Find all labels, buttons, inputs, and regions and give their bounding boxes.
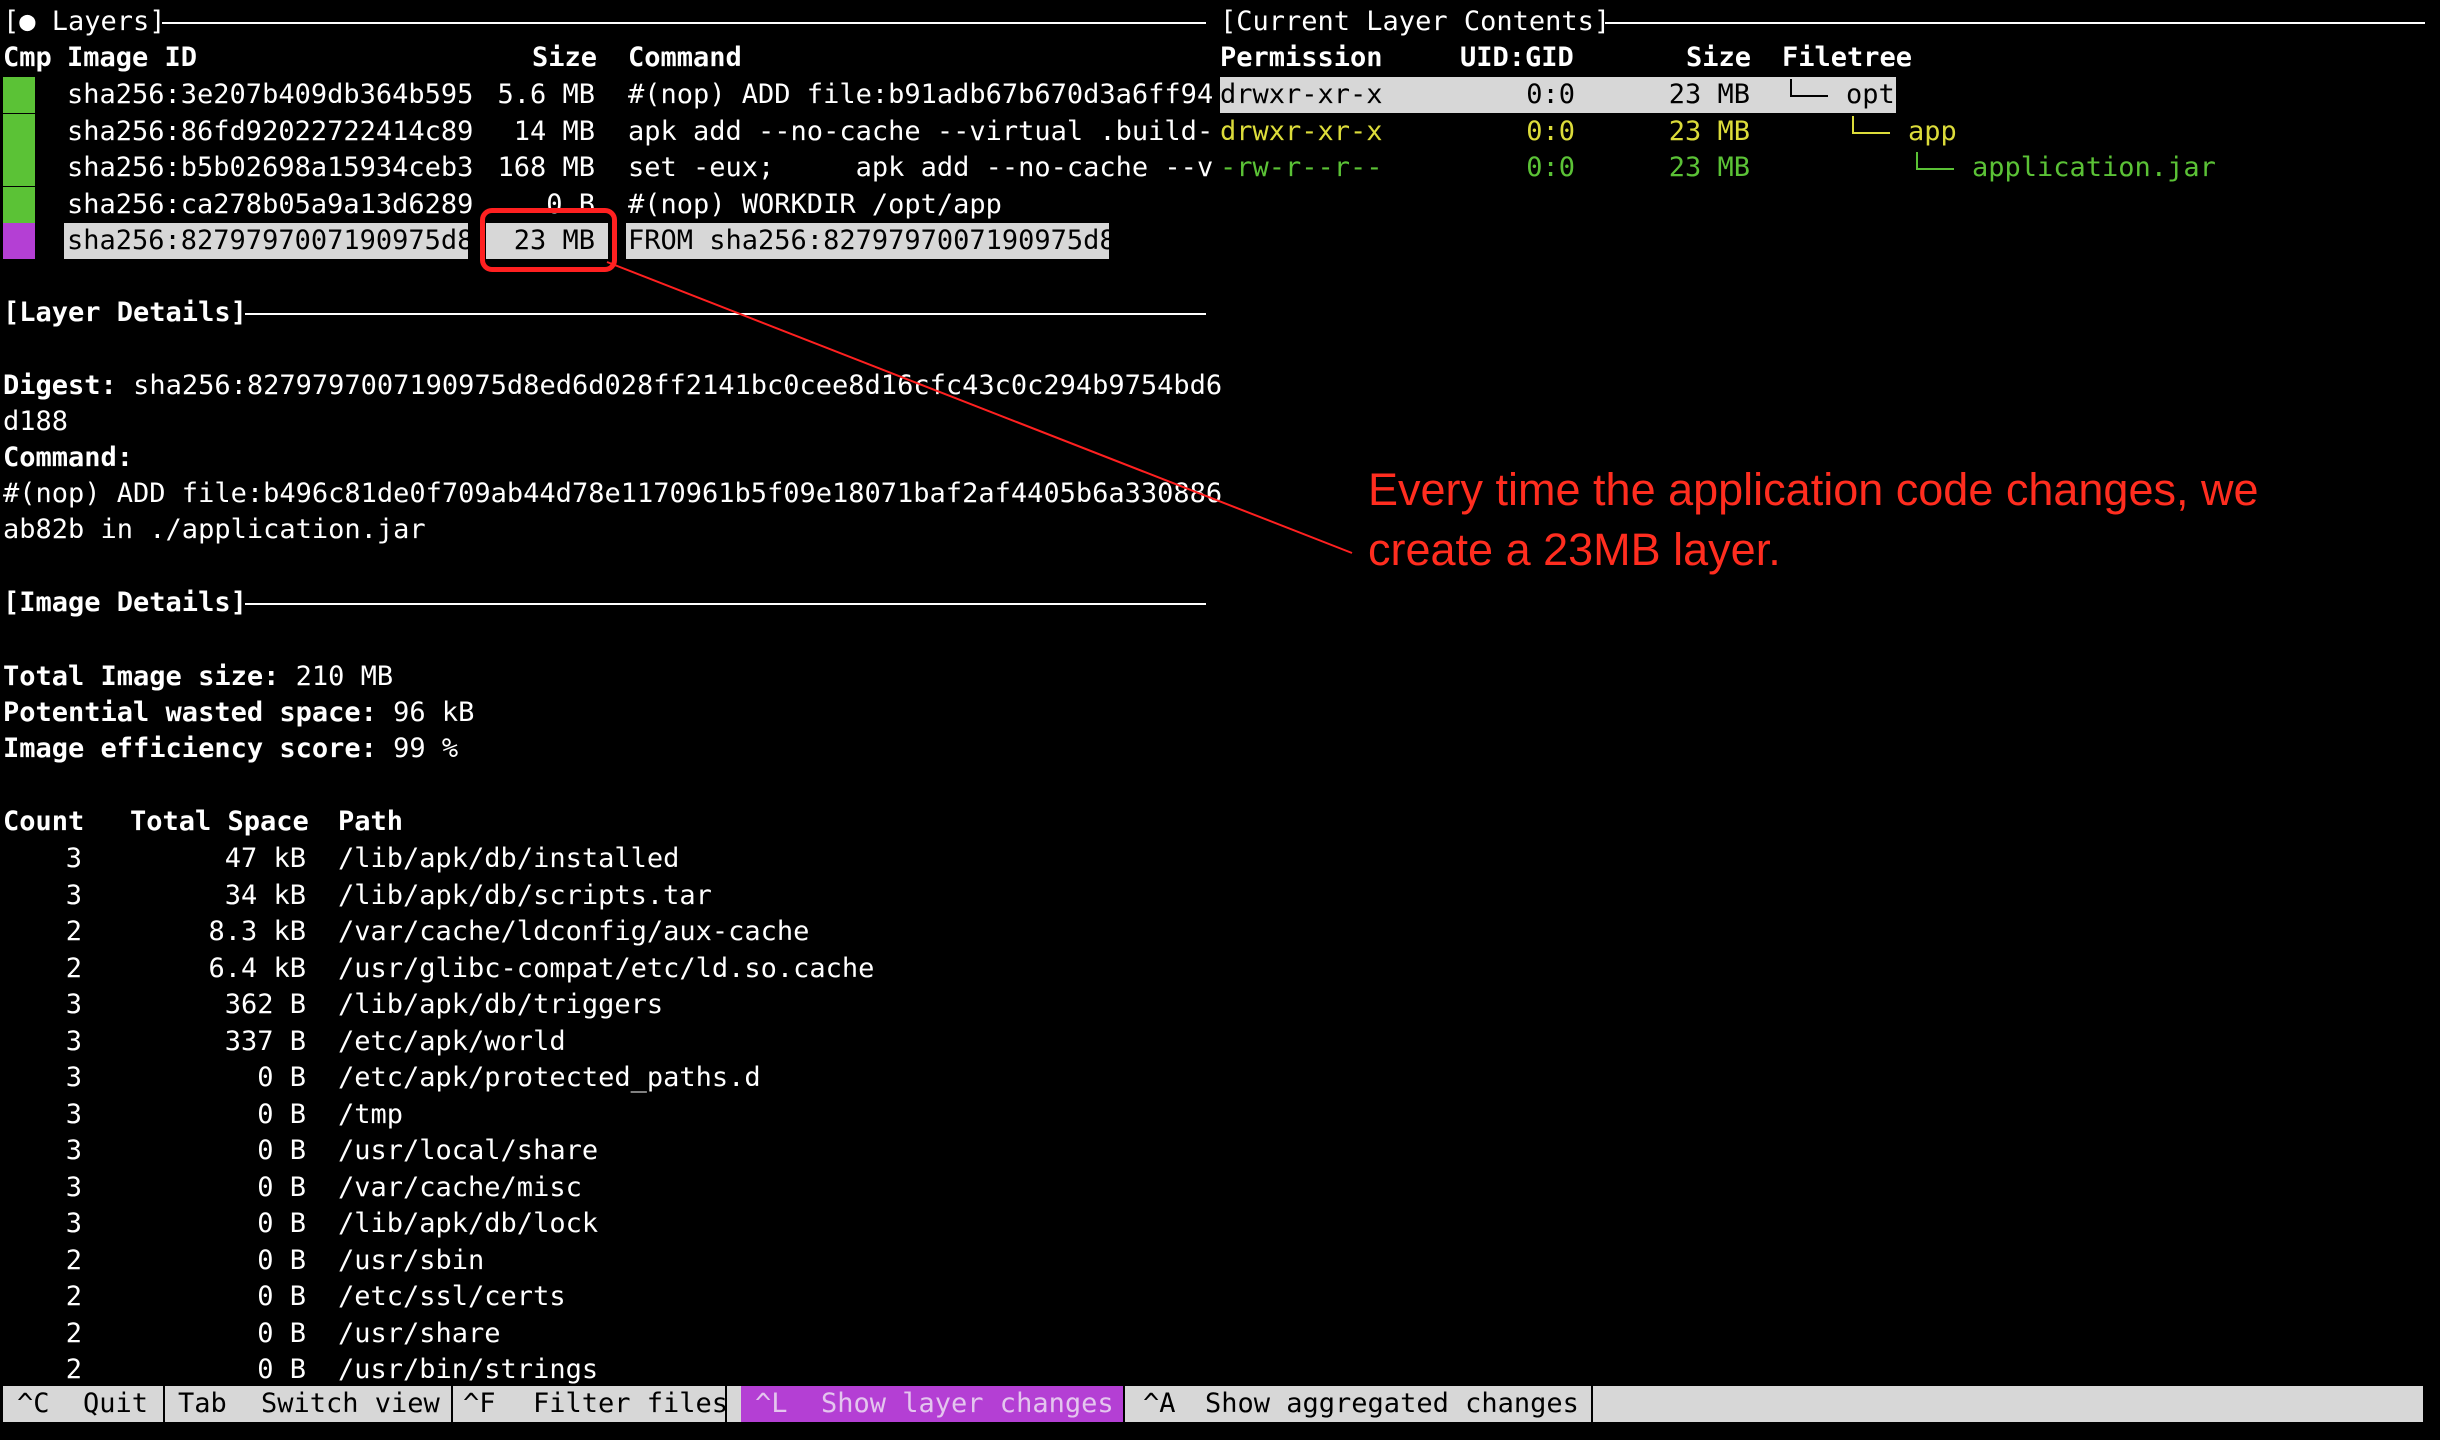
footer-separator xyxy=(1123,1386,1125,1422)
footer-key[interactable]: ^L xyxy=(755,1386,788,1422)
footer-label[interactable]: Filter files xyxy=(533,1386,728,1422)
footer-separator xyxy=(1591,1386,1593,1422)
footer-label[interactable]: Show layer changes xyxy=(821,1386,1114,1422)
footer-separator xyxy=(163,1386,165,1422)
footer-label[interactable]: Show aggregated changes xyxy=(1205,1386,1579,1422)
annotation-text: Every time the application code changes,… xyxy=(1368,460,2259,580)
annotation-arrow-line xyxy=(606,261,1353,554)
footer-key[interactable]: ^F xyxy=(463,1386,496,1422)
annotation-line-1: Every time the application code changes,… xyxy=(1368,464,2259,515)
keybinding-footer: ^C Quit Tab Switch view ^F Filter files ^L Show… xyxy=(3,1386,2423,1422)
footer-label[interactable]: Switch view xyxy=(261,1386,440,1422)
footer-separator xyxy=(451,1386,453,1422)
annotation-line-2: create a 23MB layer. xyxy=(1368,524,1781,575)
footer-key[interactable]: ^A xyxy=(1143,1386,1176,1422)
footer-key[interactable]: Tab xyxy=(178,1386,227,1422)
footer-label[interactable]: Quit xyxy=(83,1386,148,1422)
footer-separator xyxy=(725,1386,727,1422)
footer-key[interactable]: ^C xyxy=(17,1386,50,1422)
